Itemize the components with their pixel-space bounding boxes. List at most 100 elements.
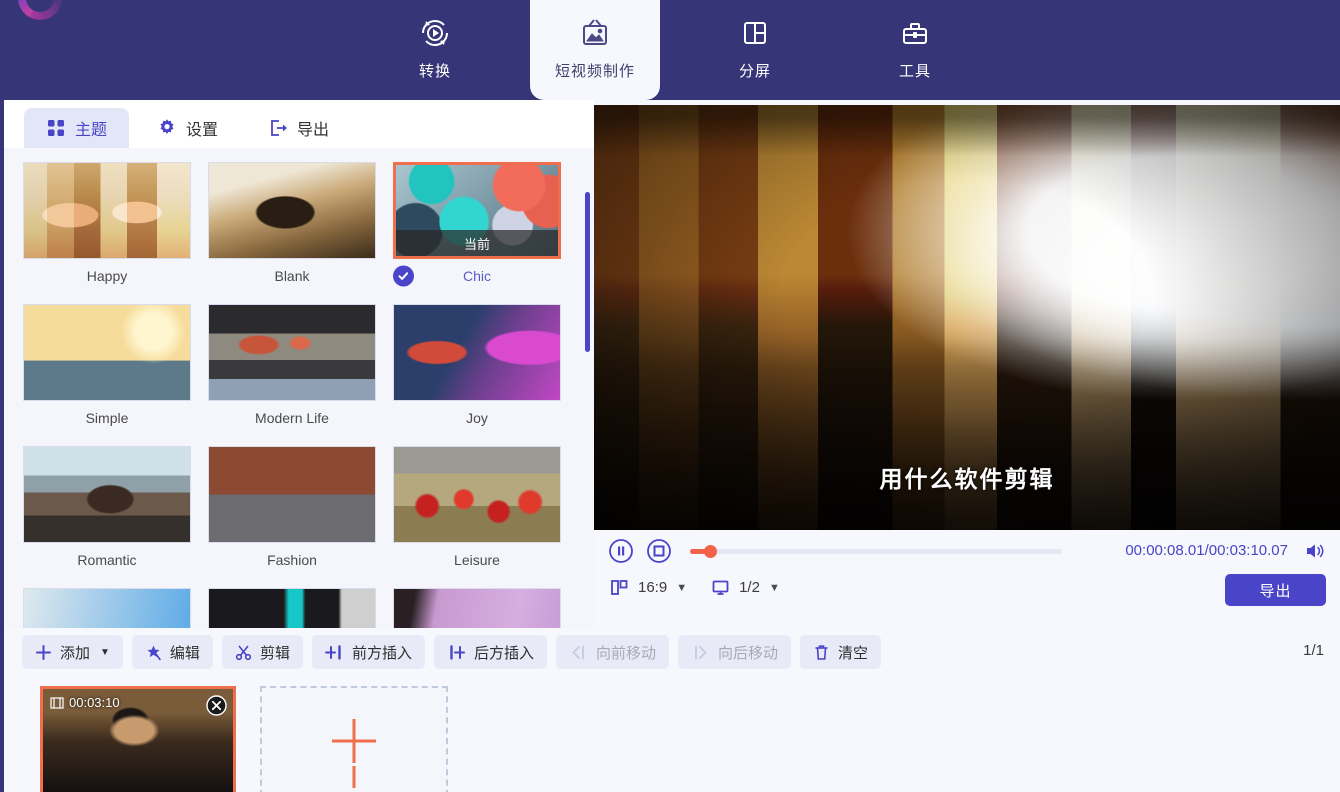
- progress-track: [690, 549, 1062, 554]
- insert-before-icon: [325, 644, 344, 661]
- edit-button[interactable]: 编辑: [132, 635, 213, 669]
- tab-label: 主题: [75, 116, 107, 140]
- nav-item-split-screen[interactable]: 分屏: [690, 0, 820, 100]
- theme-image: [394, 447, 560, 542]
- theme-image: [24, 589, 190, 628]
- tab-theme[interactable]: 主题: [24, 108, 129, 148]
- plus-icon: [37, 646, 50, 659]
- stop-button[interactable]: [646, 538, 672, 564]
- gear-icon: [157, 118, 177, 138]
- selected-check-icon: [393, 266, 414, 287]
- theme-item-modern-life[interactable]: Modern Life: [208, 304, 376, 426]
- main-nav: 转换 短视频制作: [0, 0, 1340, 100]
- page-indicator: 1/1: [1303, 642, 1324, 659]
- theme-thumbnail[interactable]: [208, 162, 376, 259]
- theme-thumbnail[interactable]: [208, 446, 376, 543]
- move-back-icon: [569, 644, 588, 661]
- theme-label: Modern Life: [208, 410, 376, 426]
- theme-item-leisure[interactable]: Leisure: [393, 446, 561, 568]
- tab-export[interactable]: 导出: [246, 108, 351, 148]
- nav-label: 分屏: [739, 60, 771, 81]
- insert-before-button[interactable]: 前方插入: [312, 635, 425, 669]
- theme-thumbnail[interactable]: [208, 588, 376, 628]
- theme-item-blank[interactable]: Blank: [208, 162, 376, 284]
- tab-settings[interactable]: 设置: [135, 108, 240, 148]
- button-label: 前方插入: [352, 642, 412, 663]
- main-header: 转换 短视频制作: [0, 0, 1340, 100]
- format-row: 16:9 ▼ 1/2 ▼: [610, 578, 804, 597]
- export-icon: [268, 118, 288, 138]
- theme-item-partial-1[interactable]: [23, 588, 191, 628]
- theme-thumbnail[interactable]: [23, 304, 191, 401]
- theme-label: Simple: [23, 410, 191, 426]
- panel-tabbar: 主题 设置 导出: [4, 100, 596, 148]
- button-label: 剪辑: [260, 642, 290, 663]
- theme-grid: Happy Blank 当前: [4, 148, 596, 628]
- theme-label: Chic: [393, 268, 561, 284]
- button-label: 清空: [838, 642, 868, 663]
- theme-thumbnail[interactable]: [23, 446, 191, 543]
- theme-thumbnail[interactable]: [393, 446, 561, 543]
- theme-thumbnail[interactable]: [23, 588, 191, 628]
- theme-image: [209, 163, 375, 258]
- clear-all-button[interactable]: 清空: [800, 635, 881, 669]
- theme-thumbnail[interactable]: [393, 588, 561, 628]
- scissors-icon: [235, 644, 252, 661]
- insert-after-button[interactable]: 后方插入: [434, 635, 547, 669]
- current-theme-badge: 当前: [396, 230, 558, 256]
- nav-item-convert[interactable]: 转换: [370, 0, 500, 100]
- button-label: 后方插入: [474, 642, 534, 663]
- nav-item-short-video[interactable]: 短视频制作: [530, 0, 660, 100]
- theme-label: Happy: [23, 268, 191, 284]
- scale-selector[interactable]: 1/2: [711, 578, 760, 597]
- theme-item-joy[interactable]: Joy: [393, 304, 561, 426]
- video-preview[interactable]: 用什么软件剪辑: [594, 105, 1340, 530]
- theme-thumbnail[interactable]: [208, 304, 376, 401]
- theme-item-partial-2[interactable]: [208, 588, 376, 628]
- pause-button[interactable]: [608, 538, 634, 564]
- film-icon: [50, 697, 64, 709]
- nav-label: 短视频制作: [555, 60, 635, 81]
- video-subtitle: 用什么软件剪辑: [594, 460, 1340, 494]
- clip-duration-text: 00:03:10: [69, 695, 120, 710]
- theme-item-happy[interactable]: Happy: [23, 162, 191, 284]
- theme-item-romantic[interactable]: Romantic: [23, 446, 191, 568]
- theme-image: [394, 305, 560, 400]
- move-forward-icon: [691, 644, 710, 661]
- scale-chevron-down-icon[interactable]: ▼: [769, 582, 780, 594]
- magic-wand-icon: [145, 644, 162, 661]
- timeline-clip[interactable]: 00:03:10: [40, 686, 236, 792]
- trim-button[interactable]: 剪辑: [222, 635, 303, 669]
- theme-image: [209, 447, 375, 542]
- app-window: 转换 短视频制作: [0, 0, 1340, 792]
- trash-icon: [813, 644, 830, 661]
- aspect-ratio-chevron-down-icon[interactable]: ▼: [676, 582, 687, 594]
- theme-item-simple[interactable]: Simple: [23, 304, 191, 426]
- tab-label: 导出: [297, 116, 329, 140]
- theme-label: Fashion: [208, 552, 376, 568]
- theme-scrollbar-track[interactable]: [585, 192, 590, 622]
- theme-item-fashion[interactable]: Fashion: [208, 446, 376, 568]
- add-chevron-down-icon[interactable]: ▼: [100, 647, 110, 658]
- insert-after-icon: [447, 644, 466, 661]
- aspect-ratio-value: 16:9: [638, 579, 667, 596]
- button-label: 向后移动: [718, 642, 778, 663]
- theme-thumbnail[interactable]: [393, 304, 561, 401]
- nav-item-tools[interactable]: 工具: [850, 0, 980, 100]
- theme-scrollbar-thumb[interactable]: [585, 192, 590, 352]
- clip-delete-button[interactable]: [206, 695, 227, 716]
- theme-thumbnail[interactable]: 当前: [393, 162, 561, 259]
- export-button[interactable]: 导出: [1225, 574, 1326, 606]
- theme-image: [24, 305, 190, 400]
- progress-knob[interactable]: [704, 545, 717, 558]
- volume-icon[interactable]: [1304, 540, 1326, 562]
- theme-item-partial-3[interactable]: [393, 588, 561, 628]
- theme-item-chic[interactable]: 当前 Chic: [393, 162, 561, 284]
- add-button[interactable]: 添加 ▼: [22, 635, 123, 669]
- theme-scroll-area[interactable]: Happy Blank 当前: [4, 148, 596, 628]
- aspect-ratio-selector[interactable]: 16:9: [610, 578, 667, 597]
- progress-slider[interactable]: [690, 542, 1062, 560]
- add-clip-slot[interactable]: [260, 686, 448, 792]
- theme-thumbnail[interactable]: [23, 162, 191, 259]
- move-back-button: 向前移动: [556, 635, 669, 669]
